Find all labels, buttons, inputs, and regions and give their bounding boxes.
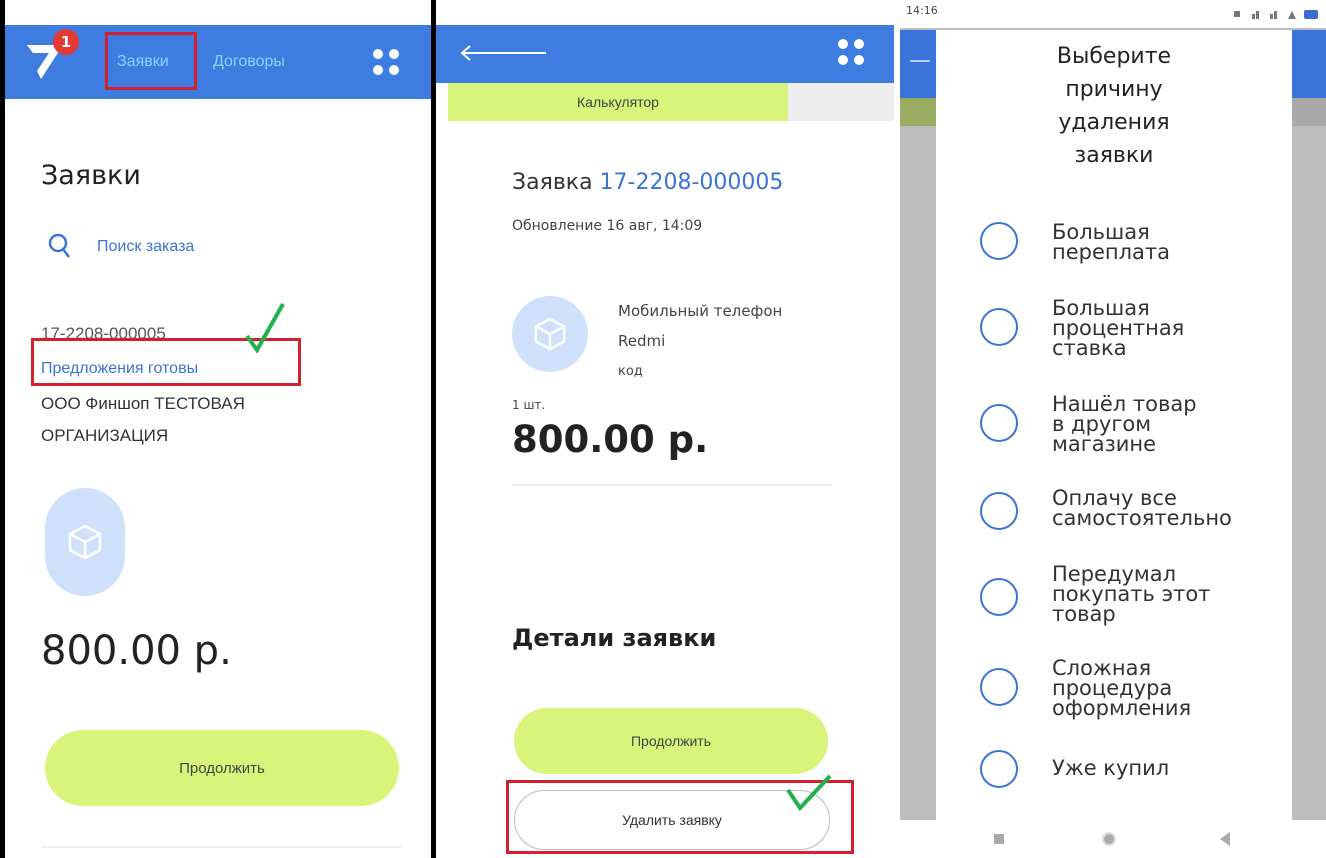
recents-icon[interactable] (994, 834, 1004, 844)
dialog-title-line3: удаления (1058, 110, 1170, 135)
order-title-label: Заявка (512, 170, 593, 195)
back-arrow-icon[interactable] (458, 43, 548, 67)
status-icons (1234, 5, 1320, 19)
tab-calculator[interactable]: Калькулятор (448, 83, 788, 121)
search-icon[interactable] (47, 232, 73, 264)
reason-already-bought-label[interactable]: Уже купил (1052, 756, 1170, 780)
reason-line: Сложная (1052, 656, 1152, 680)
reason-overpay-label[interactable]: Большая переплата (1052, 220, 1171, 264)
reason-dialog: Выберите причину удаления заявки Большая… (936, 30, 1292, 820)
reason-complex-process-label[interactable]: Сложная процедура оформления (1052, 656, 1192, 720)
reason-other-store-label[interactable]: Нашёл товар в другом магазине (1052, 392, 1197, 456)
status-bar: 14:16 (900, 0, 1326, 28)
radio-reason-changed-mind[interactable] (980, 578, 1018, 616)
reason-line: Передумал (1052, 562, 1177, 586)
dialog-title-line2: причину (1065, 77, 1163, 102)
reason-line: товар (1052, 602, 1116, 626)
reason-line: Нашёл товар (1052, 392, 1197, 416)
continue-button[interactable]: Продолжить (45, 730, 399, 806)
dimmed-tab-right (1290, 98, 1326, 126)
product-code: код (618, 364, 643, 379)
organization-name-line1: ООО Финшоп ТЕСТОВАЯ (41, 394, 245, 413)
reason-line: переплата (1052, 240, 1171, 264)
product-quantity: 1 шт. (512, 398, 546, 412)
checkmark-icon (784, 770, 834, 818)
product-image (45, 488, 125, 596)
product-image (512, 296, 588, 372)
order-title-number[interactable]: 17-2208-000005 (600, 170, 784, 195)
back-icon[interactable] (1220, 832, 1230, 846)
reason-line: процедура (1052, 676, 1173, 700)
reason-self-pay-label[interactable]: Оплачу все самостоятельно (1052, 486, 1232, 530)
screen-delete-reason: 14:16 Выберите причину удаления заявки Б… (900, 0, 1326, 858)
page-title: Заявки (41, 160, 141, 191)
continue-button[interactable]: Продолжить (514, 708, 828, 774)
divider (41, 846, 401, 848)
dialog-title-line1: Выберите (1056, 44, 1172, 69)
reason-line: Оплачу все (1052, 486, 1177, 510)
reason-line: Уже купил (1052, 756, 1170, 780)
dialog-title-line4: заявки (1074, 143, 1154, 168)
home-icon[interactable] (1102, 832, 1116, 846)
reason-line: Большая (1052, 220, 1150, 244)
box-icon (68, 524, 102, 560)
radio-reason-already-bought[interactable] (980, 750, 1018, 788)
reason-line: покупать этот (1052, 582, 1211, 606)
checkmark-icon (243, 300, 287, 358)
reason-line: ставка (1052, 336, 1127, 360)
product-price: 800.00 р. (512, 418, 709, 461)
system-nav-bar (900, 820, 1326, 858)
tab-contracts[interactable]: Договоры (213, 53, 285, 71)
reason-line: процентная (1052, 316, 1185, 340)
divider (512, 484, 832, 486)
reason-interest-rate-label[interactable]: Большая процентная ставка (1052, 296, 1185, 360)
screen-orders-list: 1 Заявки Договоры Заявки Поиск заказа 17… (5, 0, 431, 858)
status-time: 14:16 (906, 4, 938, 17)
dialog-title: Выберите причину удаления заявки (936, 40, 1292, 172)
notification-badge: 1 (53, 29, 79, 55)
reason-line: в другом (1052, 412, 1152, 436)
reason-line: самостоятельно (1052, 506, 1232, 530)
radio-reason-overpay[interactable] (980, 222, 1018, 260)
reason-changed-mind-label[interactable]: Передумал покупать этот товар (1052, 562, 1211, 626)
screen-order-details: Калькулятор Заявка 17-2208-000005 Обновл… (436, 0, 894, 858)
top-app-bar: 1 Заявки Договоры (5, 25, 431, 99)
radio-reason-self-pay[interactable] (980, 492, 1018, 530)
top-app-bar (436, 25, 894, 83)
tab-inactive[interactable] (788, 83, 894, 121)
details-heading: Детали заявки (512, 624, 717, 652)
reason-line: Большая (1052, 296, 1150, 320)
reason-line: магазине (1052, 432, 1157, 456)
order-price: 800.00 р. (41, 628, 232, 674)
organization-name-line2: ОРГАНИЗАЦИЯ (41, 426, 169, 445)
radio-reason-interest-rate[interactable] (980, 308, 1018, 346)
updated-time: Обновление 16 авг, 14:09 (512, 218, 703, 234)
search-input[interactable]: Поиск заказа (97, 238, 194, 256)
radio-reason-other-store[interactable] (980, 404, 1018, 442)
highlight-orders-tab (105, 32, 197, 90)
grid-menu-icon[interactable] (373, 49, 401, 77)
grid-menu-icon[interactable] (838, 39, 866, 67)
order-title: Заявка 17-2208-000005 (512, 170, 783, 195)
product-name-line2: Redmi (618, 332, 666, 350)
box-icon (534, 317, 566, 351)
product-name-line1: Мобильный телефон (618, 302, 783, 320)
dimmed-back-arrow-icon (910, 60, 930, 62)
reason-line: оформления (1052, 696, 1192, 720)
radio-reason-complex-process[interactable] (980, 668, 1018, 706)
